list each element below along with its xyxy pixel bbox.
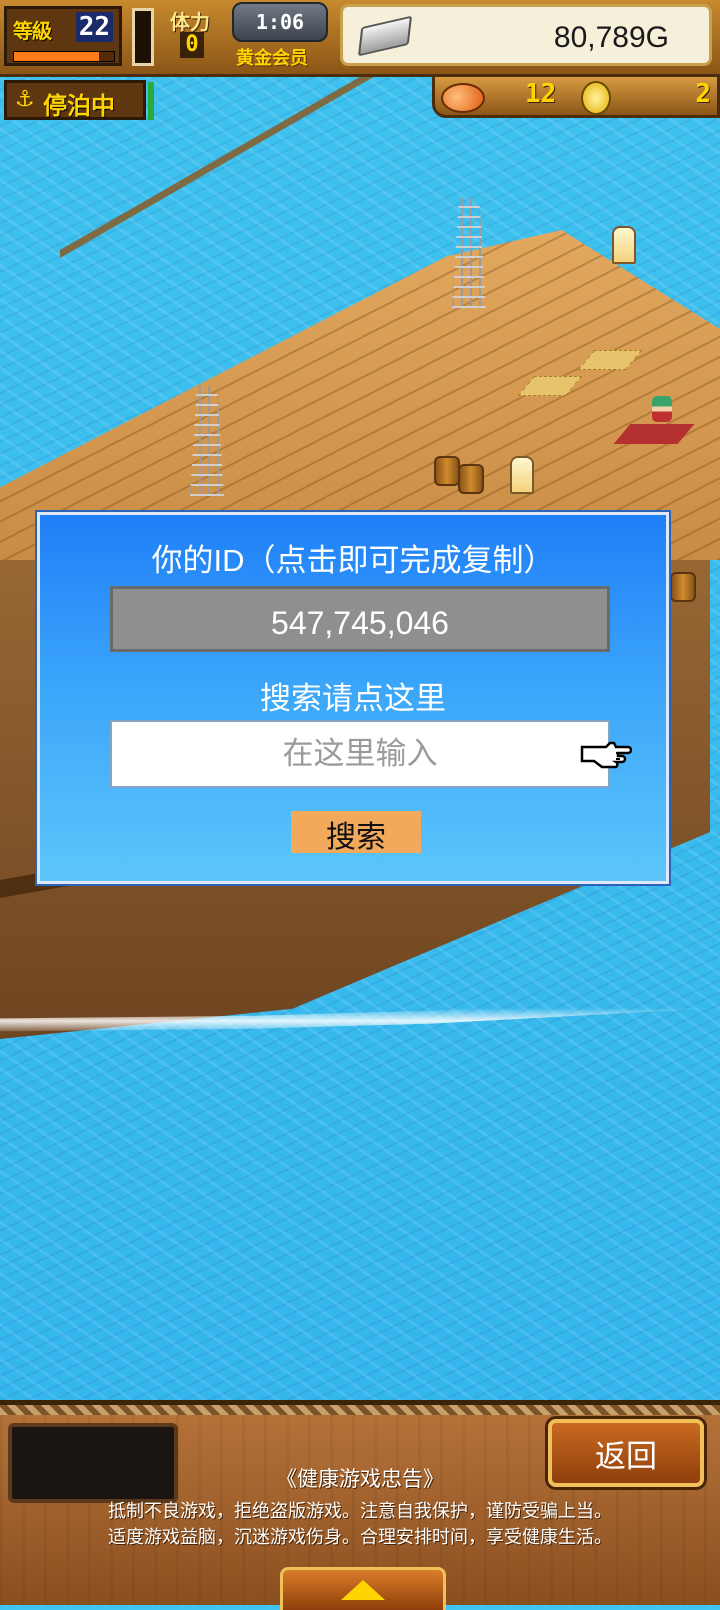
- search-button[interactable]: 搜索: [291, 811, 421, 854]
- pointing-hand-icon: [580, 741, 632, 769]
- fish-count: 12: [525, 79, 557, 109]
- coin-count: 2: [695, 79, 711, 109]
- stamina-label: 体力: [170, 10, 210, 34]
- exp-bar: [13, 51, 115, 62]
- player-id-value[interactable]: 547,745,046: [113, 605, 607, 642]
- level-value: 22: [75, 12, 113, 42]
- coin-icon: [581, 81, 611, 115]
- anchor-icon: ⚓: [15, 87, 35, 112]
- health-notice-line-1: 抵制不良游戏，拒绝盗版游戏。注意自我保护，谨防受骗上当。: [108, 1501, 612, 1521]
- gold-panel[interactable]: 80,789G: [340, 4, 712, 66]
- rope-trim: [0, 1405, 720, 1415]
- fish-icon: [441, 83, 485, 113]
- level-panel: 等級 22: [4, 6, 122, 66]
- currency-bar: 12 2: [432, 74, 720, 118]
- health-notice-line-2: 适度游戏益脑，沉迷游戏伤身。合理安排时间，享受健康生活。: [108, 1527, 612, 1547]
- health-notice-title: 《健康游戏忠告》: [276, 1468, 444, 1491]
- player-id-box[interactable]: 547,745,046: [110, 586, 610, 652]
- lantern-icon: [612, 226, 636, 264]
- dialog-title: 你的ID（点击即可完成复制）: [151, 543, 555, 578]
- crew-member-sprite[interactable]: [652, 396, 672, 422]
- docked-status-label: 停泊中: [43, 92, 115, 120]
- gold-member-label[interactable]: 黄金会员: [236, 44, 308, 70]
- barrel-icon: [458, 464, 484, 494]
- barrel-icon: [434, 456, 460, 486]
- exp-bar-fill: [14, 52, 99, 61]
- level-label: 等級: [13, 19, 52, 43]
- gold-value: 80,789G: [553, 21, 669, 54]
- top-hud: 等級 22 体力 0 1:06 黄金会员 80,789G: [0, 0, 720, 77]
- silver-bar-icon: [357, 15, 413, 57]
- docked-status-badge[interactable]: ⚓ 停泊中: [4, 80, 146, 120]
- expand-menu-button[interactable]: [280, 1567, 446, 1610]
- lantern-icon: [510, 456, 534, 494]
- timer-text: 1:06: [255, 10, 305, 34]
- timer-badge: 1:06: [232, 2, 328, 42]
- barrel-icon: [670, 572, 696, 602]
- stamina-value: 0: [180, 32, 204, 58]
- signal-indicator: [148, 82, 154, 120]
- triangle-up-icon: [341, 1580, 385, 1600]
- bottom-panel: 返回 《健康游戏忠告》 抵制不良游戏，拒绝盗版游戏。注意自我保护，谨防受骗上当。…: [0, 1400, 720, 1610]
- search-input[interactable]: [110, 720, 610, 788]
- stamina-gauge: [132, 8, 154, 66]
- friend-search-dialog: 你的ID（点击即可完成复制） 547,745,046 搜索请点这里 搜索: [37, 512, 669, 884]
- search-label: 搜索请点这里: [260, 681, 446, 716]
